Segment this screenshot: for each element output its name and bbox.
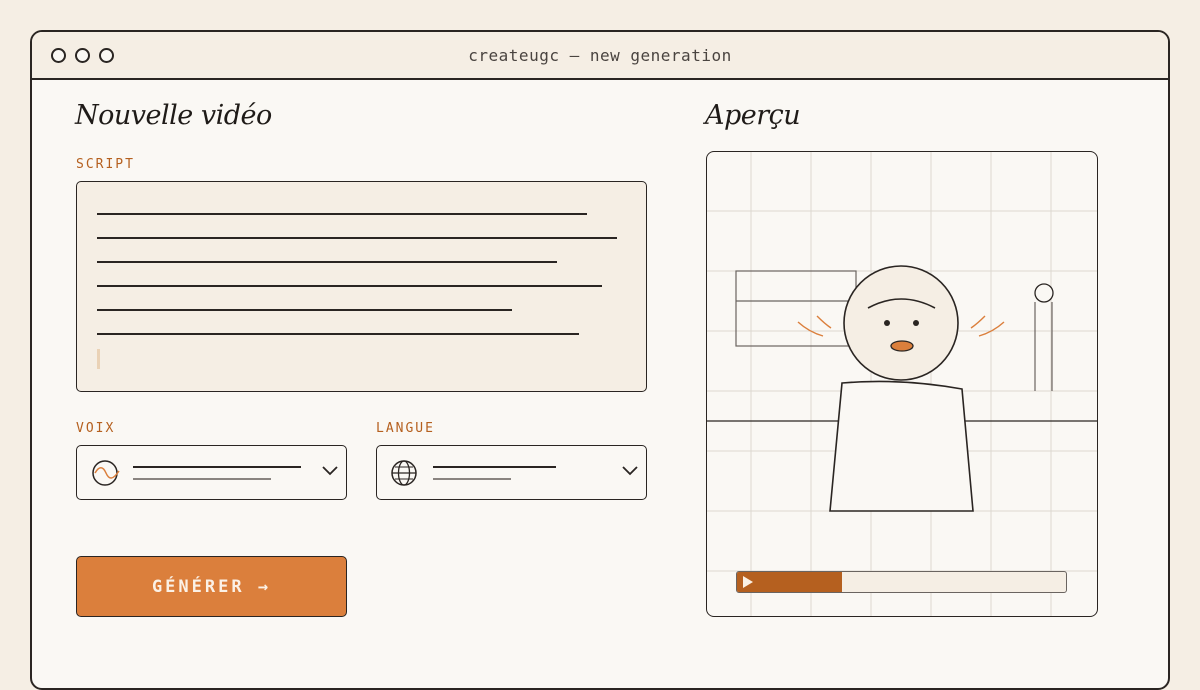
waveform-icon: [92, 460, 120, 486]
app-window: createugc — new generation Nouvelle vidé…: [30, 30, 1170, 690]
voice-value-line: [133, 466, 301, 468]
script-text-line: [97, 261, 557, 263]
video-progress-bar[interactable]: [736, 571, 1067, 593]
language-select[interactable]: [376, 445, 647, 500]
language-value-line: [433, 466, 556, 468]
text-caret: [97, 349, 100, 369]
script-text-line: [97, 333, 579, 335]
avatar-illustration: [707, 152, 1097, 616]
chevron-down-icon: [622, 466, 638, 476]
play-icon[interactable]: [743, 576, 753, 588]
window-title: createugc — new generation: [468, 46, 732, 65]
preview-heading: Aperçu: [705, 100, 801, 131]
script-label: SCRIPT: [76, 157, 135, 172]
script-text-line: [97, 309, 512, 311]
script-text-line: [97, 237, 617, 239]
voice-label: VOIX: [76, 421, 116, 436]
script-textarea[interactable]: [76, 181, 647, 392]
language-subvalue-line: [433, 478, 511, 480]
globe-icon: [391, 460, 417, 486]
script-text-line: [97, 213, 587, 215]
script-text-line: [97, 285, 602, 287]
voice-select[interactable]: [76, 445, 347, 500]
chevron-down-icon: [322, 466, 338, 476]
language-label: LANGUE: [376, 421, 435, 436]
video-preview: [706, 151, 1098, 617]
generate-button[interactable]: GÉNÉRER →: [76, 556, 347, 617]
title-bar: createugc — new generation: [32, 32, 1168, 80]
voice-subvalue-line: [133, 478, 271, 480]
form-heading: Nouvelle vidéo: [75, 100, 272, 131]
